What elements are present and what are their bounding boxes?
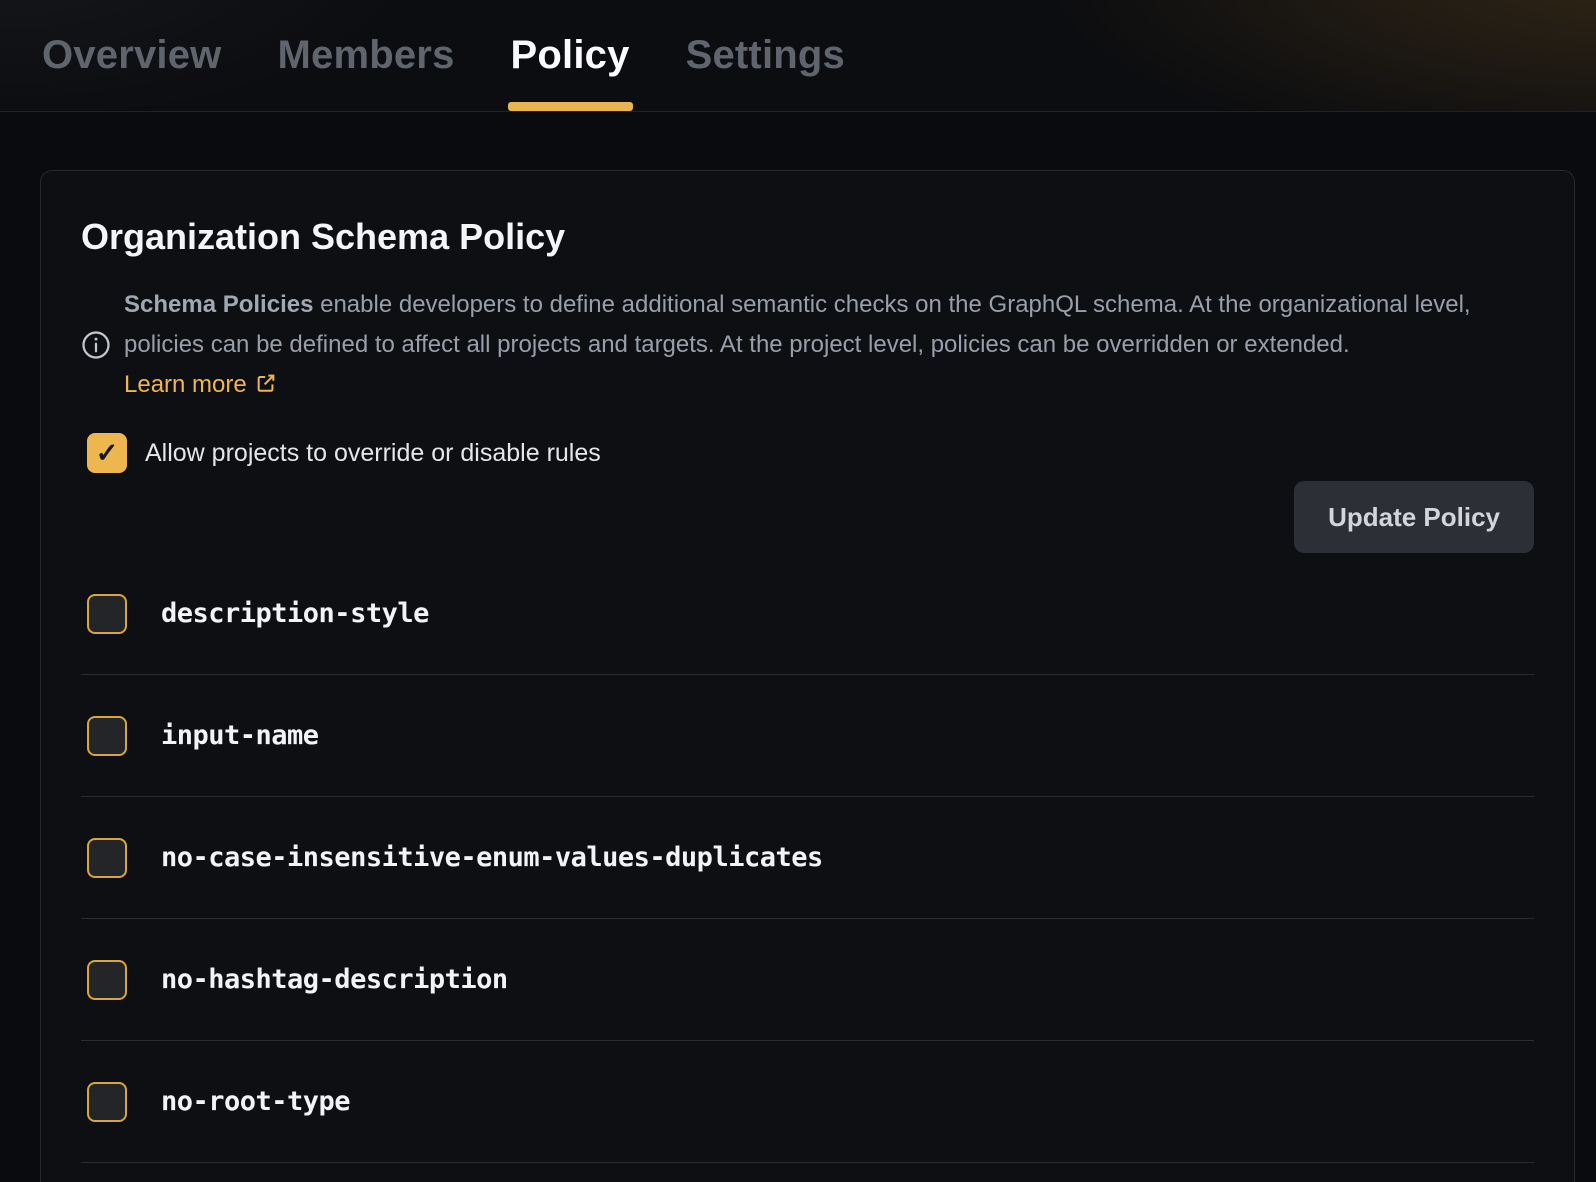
update-policy-button[interactable]: Update Policy	[1294, 481, 1534, 553]
rule-checkbox[interactable]	[87, 716, 127, 756]
allow-override-label: Allow projects to override or disable ru…	[145, 439, 601, 468]
rule-checkbox[interactable]	[87, 1082, 127, 1122]
tab-policy[interactable]: Policy	[511, 0, 630, 111]
rule-checkbox[interactable]	[87, 594, 127, 634]
rule-name: description-style	[161, 598, 429, 629]
checkmark-icon: ✓	[96, 438, 119, 469]
info-icon	[81, 330, 111, 360]
policy-page: Organization Schema Policy Schema Polici…	[0, 170, 1596, 1182]
rule-checkbox[interactable]	[87, 960, 127, 1000]
policy-description-text: Schema Policies enable developers to def…	[124, 285, 1496, 405]
rules-list: description-style input-name no-case-ins…	[81, 553, 1534, 1163]
rule-checkbox[interactable]	[87, 838, 127, 878]
rule-row: no-hashtag-description	[81, 919, 1534, 1041]
rule-name: no-root-type	[161, 1086, 350, 1117]
allow-override-checkbox[interactable]: ✓	[87, 433, 127, 473]
rule-name: no-case-insensitive-enum-values-duplicat…	[161, 842, 823, 873]
rule-row: input-name	[81, 675, 1534, 797]
tab-settings[interactable]: Settings	[686, 0, 845, 111]
schema-policy-card: Organization Schema Policy Schema Polici…	[40, 170, 1575, 1182]
actions-row: Update Policy	[81, 481, 1534, 553]
learn-more-link[interactable]: Learn more	[124, 371, 277, 398]
learn-more-label: Learn more	[124, 371, 247, 398]
page-title: Organization Schema Policy	[81, 215, 1534, 259]
tab-bar: Overview Members Policy Settings	[0, 0, 1596, 112]
description-bold-intro: Schema Policies	[124, 291, 313, 318]
tab-members[interactable]: Members	[278, 0, 455, 111]
tabs-nav: Overview Members Policy Settings	[42, 0, 845, 111]
rule-name: no-hashtag-description	[161, 964, 508, 995]
external-link-icon	[255, 372, 277, 394]
rule-name: input-name	[161, 720, 319, 751]
allow-override-row: ✓ Allow projects to override or disable …	[81, 433, 1534, 473]
rule-row: no-root-type	[81, 1041, 1534, 1163]
rule-row: description-style	[81, 553, 1534, 675]
description-body: enable developers to define additional s…	[124, 291, 1471, 358]
tab-overview[interactable]: Overview	[42, 0, 222, 111]
policy-description: Schema Policies enable developers to def…	[81, 285, 1534, 405]
rule-row: no-case-insensitive-enum-values-duplicat…	[81, 797, 1534, 919]
